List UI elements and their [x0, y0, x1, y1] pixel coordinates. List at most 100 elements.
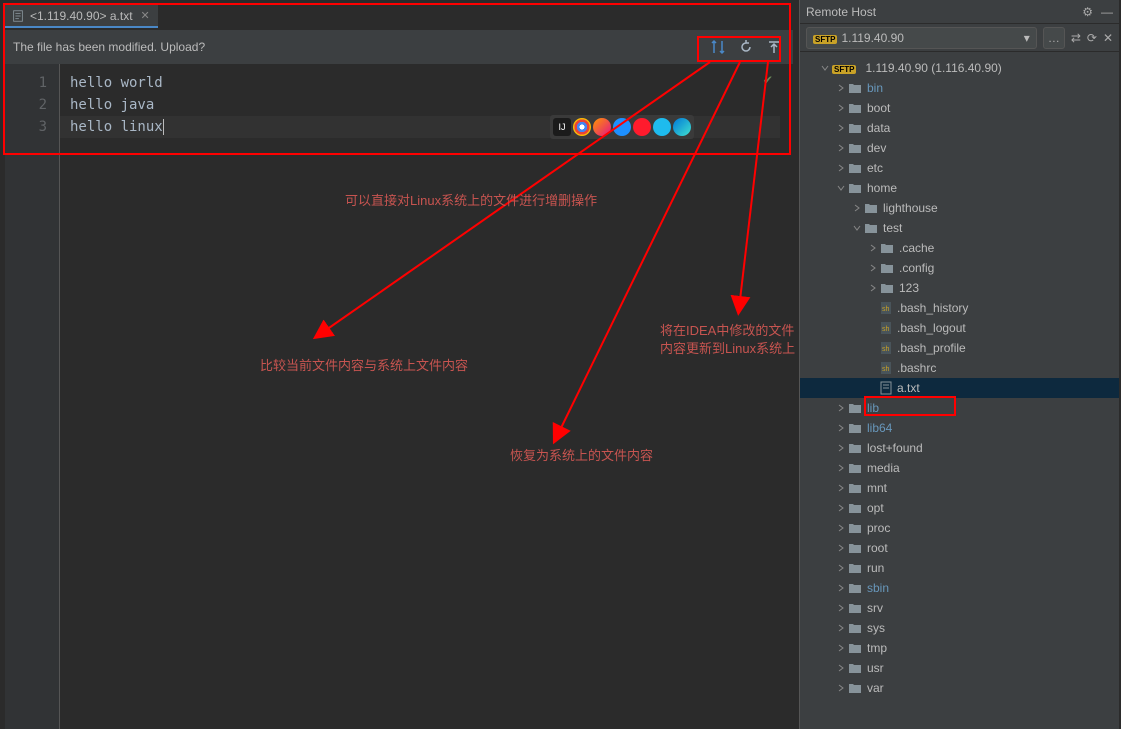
- tree-item-label: .bash_profile: [897, 341, 966, 355]
- tree-folder[interactable]: lost+found: [800, 438, 1119, 458]
- tree-item-label: dev: [867, 141, 886, 155]
- tree-folder[interactable]: sys: [800, 618, 1119, 638]
- tree-item-label: home: [867, 181, 897, 195]
- tree-folder[interactable]: mnt: [800, 478, 1119, 498]
- swap-icon[interactable]: ⇄: [1071, 31, 1081, 45]
- tree-item-label: sys: [867, 621, 885, 635]
- safari-icon: [613, 118, 631, 136]
- code-line: hello world: [70, 72, 780, 94]
- tree-item-label: .bash_history: [897, 301, 968, 315]
- firefox-icon: [593, 118, 611, 136]
- tree-folder[interactable]: usr: [800, 658, 1119, 678]
- tree-item-label: .config: [899, 261, 934, 275]
- tree-file[interactable]: sh .bash_profile: [800, 338, 1119, 358]
- server-dropdown[interactable]: SFTP1.119.40.90 ▾: [806, 27, 1037, 49]
- text-cursor: [163, 119, 164, 135]
- tree-item-label: lib: [867, 401, 879, 415]
- tree-folder[interactable]: proc: [800, 518, 1119, 538]
- tree-folder[interactable]: test: [800, 218, 1119, 238]
- chrome-icon: [573, 118, 591, 136]
- tree-item-label: tmp: [867, 641, 887, 655]
- tree-item-label: opt: [867, 501, 884, 515]
- panel-header: Remote Host ⚙ —: [800, 0, 1119, 24]
- panel-title: Remote Host: [806, 5, 876, 19]
- close-panel-icon[interactable]: ✕: [1103, 31, 1113, 45]
- svg-text:sh: sh: [882, 346, 890, 353]
- tree-folder[interactable]: home: [800, 178, 1119, 198]
- upload-icon: [766, 39, 782, 55]
- tree-item-label: srv: [867, 601, 883, 615]
- sftp-badge: SFTP: [813, 35, 837, 44]
- tree-folder[interactable]: media: [800, 458, 1119, 478]
- tree-folder[interactable]: bin: [800, 78, 1119, 98]
- intellij-icon: IJ: [553, 118, 571, 136]
- tree-item-label: usr: [867, 661, 884, 675]
- revert-icon: [738, 39, 754, 55]
- upload-button[interactable]: [763, 36, 785, 58]
- tree-item-label: root: [867, 541, 888, 555]
- tree-item-label: 1.119.40.90 (1.116.40.90): [865, 61, 1001, 75]
- tree-item-label: proc: [867, 521, 890, 535]
- svg-text:sh: sh: [882, 306, 890, 313]
- tree-item-label: run: [867, 561, 884, 575]
- tree-item-label: etc: [867, 161, 883, 175]
- tree-item-label: bin: [867, 81, 883, 95]
- tree-item-label: .bashrc: [897, 361, 936, 375]
- more-button[interactable]: …: [1043, 27, 1065, 49]
- tree-item-label: data: [867, 121, 890, 135]
- tree-folder[interactable]: lighthouse: [800, 198, 1119, 218]
- tree-folder[interactable]: lib: [800, 398, 1119, 418]
- tree-folder[interactable]: opt: [800, 498, 1119, 518]
- tree-folder[interactable]: data: [800, 118, 1119, 138]
- tree-folder[interactable]: dev: [800, 138, 1119, 158]
- tree-folder[interactable]: srv: [800, 598, 1119, 618]
- tree-item-label: sbin: [867, 581, 889, 595]
- file-tree[interactable]: SFTP1.119.40.90 (1.116.40.90) bin boot data…: [800, 52, 1119, 704]
- close-icon[interactable]: ✕: [141, 9, 150, 22]
- ie-icon: [653, 118, 671, 136]
- editor-tab[interactable]: <1.119.40.90> a.txt ✕: [5, 5, 158, 28]
- tree-folder[interactable]: .cache: [800, 238, 1119, 258]
- upload-notification-bar: The file has been modified. Upload?: [5, 30, 793, 64]
- tree-item-label: boot: [867, 101, 890, 115]
- opera-icon: [633, 118, 651, 136]
- file-icon: [11, 9, 25, 23]
- minimize-icon[interactable]: —: [1101, 5, 1113, 19]
- tree-folder[interactable]: .config: [800, 258, 1119, 278]
- tab-title: <1.119.40.90> a.txt: [30, 9, 133, 23]
- tree-folder[interactable]: 123: [800, 278, 1119, 298]
- tree-item-label: test: [883, 221, 902, 235]
- tree-folder[interactable]: root: [800, 538, 1119, 558]
- tree-item-label: lost+found: [867, 441, 923, 455]
- tree-folder[interactable]: run: [800, 558, 1119, 578]
- tree-item-label: .bash_logout: [897, 321, 966, 335]
- tree-folder[interactable]: sbin: [800, 578, 1119, 598]
- tree-folder[interactable]: SFTP1.119.40.90 (1.116.40.90): [800, 58, 1119, 78]
- revert-button[interactable]: [735, 36, 757, 58]
- analysis-ok-icon[interactable]: ✔: [764, 72, 772, 88]
- code-editor[interactable]: 1 2 3 hello world hello java hello linux…: [5, 64, 793, 729]
- tree-file[interactable]: sh .bash_history: [800, 298, 1119, 318]
- tree-file[interactable]: sh .bashrc: [800, 358, 1119, 378]
- tree-folder[interactable]: etc: [800, 158, 1119, 178]
- chevron-down-icon: ▾: [1024, 31, 1030, 45]
- edge-icon: [673, 118, 691, 136]
- compare-button[interactable]: [707, 36, 729, 58]
- tree-folder[interactable]: var: [800, 678, 1119, 698]
- tree-folder[interactable]: lib64: [800, 418, 1119, 438]
- line-gutter: 1 2 3: [5, 64, 60, 729]
- tree-item-label: 123: [899, 281, 919, 295]
- tree-folder[interactable]: boot: [800, 98, 1119, 118]
- tree-file[interactable]: a.txt: [800, 378, 1119, 398]
- tree-file[interactable]: sh.bash_logout: [800, 318, 1119, 338]
- compare-icon: [710, 39, 726, 55]
- refresh-icon[interactable]: ⟳: [1087, 31, 1097, 45]
- tree-item-label: media: [867, 461, 900, 475]
- tree-item-label: var: [867, 681, 884, 695]
- tree-folder[interactable]: tmp: [800, 638, 1119, 658]
- tree-item-label: lib64: [867, 421, 892, 435]
- upload-message: The file has been modified. Upload?: [13, 40, 205, 54]
- tree-item-label: .cache: [899, 241, 934, 255]
- svg-text:sh: sh: [882, 366, 890, 373]
- gear-icon[interactable]: ⚙: [1082, 5, 1093, 19]
